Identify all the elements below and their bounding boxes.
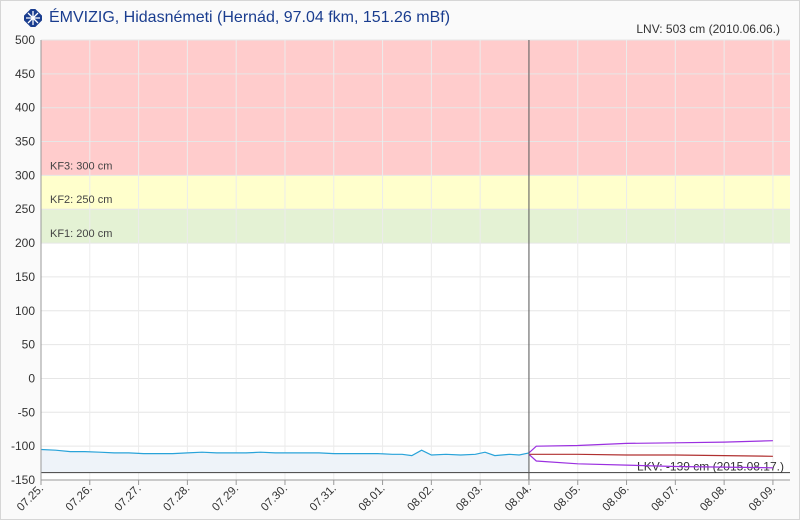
threshold-label: KF1: 200 cm [50, 228, 112, 240]
y-tick-label: 350 [15, 135, 35, 149]
x-tick-label: 08.06. [601, 483, 632, 514]
x-tick-label: 08.01. [357, 483, 388, 514]
y-tick-label: 100 [15, 304, 35, 318]
y-tick-label: 200 [15, 236, 35, 250]
water-level-chart: 500450400350300250200150100500-50-100-15… [11, 33, 790, 514]
x-tick-label: 08.07. [649, 483, 680, 514]
y-tick-label: -150 [11, 473, 35, 487]
y-tick-label: 250 [15, 202, 35, 216]
y-tick-label: 0 [28, 371, 35, 385]
y-tick-label: 50 [22, 338, 36, 352]
x-tick-label: 08.09. [747, 483, 778, 514]
x-tick-label: 08.05. [552, 483, 583, 514]
x-tick-label: 08.04. [503, 483, 534, 514]
y-tick-label: 500 [15, 33, 35, 47]
x-tick-label: 07.27. [113, 483, 144, 514]
y-tick-label: 400 [15, 101, 35, 115]
x-tick-label: 08.08. [698, 483, 729, 514]
y-tick-label: -100 [11, 439, 35, 453]
x-tick-label: 07.26. [64, 483, 95, 514]
threshold-band [41, 175, 790, 210]
y-tick-label: 150 [15, 270, 35, 284]
x-tick-label: 07.28. [161, 483, 192, 514]
x-tick-label: 08.03. [454, 483, 485, 514]
x-tick-label: 07.30. [259, 483, 290, 514]
y-tick-label: 300 [15, 168, 35, 182]
y-tick-label: -50 [18, 405, 36, 419]
x-tick-label: 07.25. [15, 483, 46, 514]
threshold-band [41, 209, 790, 244]
x-tick-label: 07.29. [210, 483, 241, 514]
x-tick-label: 07.31. [308, 483, 339, 514]
y-tick-label: 450 [15, 67, 35, 81]
x-tick-label: 08.02. [405, 483, 436, 514]
threshold-label: KF3: 300 cm [50, 160, 112, 172]
threshold-label: KF2: 250 cm [50, 194, 112, 206]
